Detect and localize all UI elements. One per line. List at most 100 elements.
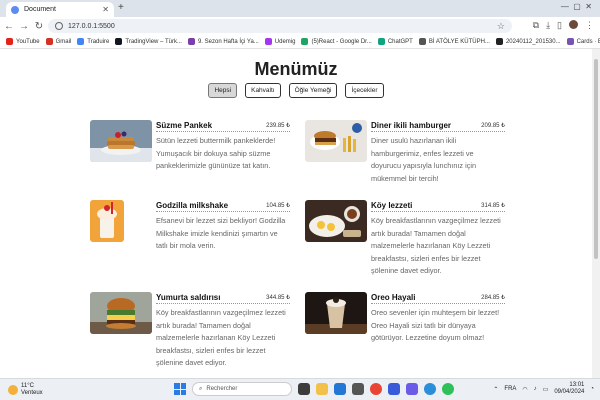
pancake-image <box>90 120 152 162</box>
bookmark-item[interactable]: (5)React - Google Dr... <box>301 38 372 45</box>
reload-icon[interactable]: ↻ <box>33 21 45 32</box>
page-title: Menümüz <box>254 59 338 79</box>
new-tab-button[interactable]: + <box>118 2 124 13</box>
item-name: Diner ikili hamburger <box>371 121 452 130</box>
app-icon[interactable] <box>388 383 400 395</box>
browser-tab[interactable]: Document ✕ <box>6 2 114 17</box>
divider <box>371 131 505 132</box>
bookmark-label: Cards · Bootstrap v5.1 <box>576 38 600 45</box>
menu-item-card: Süzme Pankek 239.85 ₺ Sütün lezzeti butt… <box>90 120 290 200</box>
bookmark-item[interactable]: 9. Sezon Hafta İçi Ya... <box>187 38 259 45</box>
weather-widget[interactable]: 11°C Venteux <box>8 383 43 397</box>
language-indicator[interactable]: FRA <box>504 386 516 392</box>
bookmark-item[interactable]: Bİ ATÖLYE KÜTÜPH... <box>418 38 490 45</box>
battery-icon[interactable]: ▭ <box>543 386 549 393</box>
item-description: Diner usulü hazırlanan ikili hamburgerim… <box>371 136 477 183</box>
back-icon[interactable]: ← <box>3 21 15 32</box>
bookmark-label: Gmail <box>55 38 72 45</box>
weather-temp: 11°C <box>21 383 34 389</box>
bookmark-favicon-icon <box>45 38 53 45</box>
search-placeholder: Rechercher <box>206 386 238 392</box>
telegram-icon[interactable] <box>424 383 436 395</box>
menu-item-card: Diner ikili hamburger 209.85 ₺ Diner usu… <box>305 120 505 200</box>
item-price: 284.85 ₺ <box>481 295 505 301</box>
bookmark-item[interactable]: YouTube <box>6 38 40 45</box>
bookmark-item[interactable]: Cards · Bootstrap v5.1 <box>566 38 600 45</box>
notification-icon[interactable]: ◔ <box>590 386 594 392</box>
bookmark-label: Bİ ATÖLYE KÜTÜPH... <box>428 38 490 45</box>
bookmark-favicon-icon <box>264 38 272 45</box>
filter-breakfast-button[interactable]: Kahvaltı <box>245 83 281 98</box>
app-icon[interactable] <box>352 383 364 395</box>
menu-item-card: Yumurta saldırısı 344.85 ₺ Köy breakfast… <box>90 292 290 372</box>
extensions-icon[interactable]: ⧉ <box>533 20 539 31</box>
wifi-icon[interactable]: ◠ <box>522 386 527 393</box>
menu-icon[interactable]: ⋮ <box>585 20 594 31</box>
search-icon: ⌕ <box>199 385 203 392</box>
bookmark-item[interactable]: Gmail <box>45 38 72 45</box>
start-button[interactable] <box>174 383 186 395</box>
profile-avatar[interactable] <box>569 20 578 29</box>
divider <box>156 211 290 212</box>
bookmark-favicon-icon <box>187 38 195 45</box>
bookmark-favicon-icon <box>301 38 309 45</box>
item-price: 314.85 ₺ <box>481 203 505 209</box>
bookmark-item[interactable]: TradingView – Türk... <box>115 38 182 45</box>
bookmark-label: Traduire <box>87 38 110 45</box>
downloads-icon[interactable]: ⤓ <box>546 20 550 31</box>
tray-chevron-icon[interactable]: ⌃ <box>493 386 498 393</box>
site-info-icon[interactable] <box>55 22 63 30</box>
bookmark-favicon-icon <box>77 38 85 45</box>
whatsapp-icon[interactable] <box>442 383 454 395</box>
bookmark-favicon-icon <box>115 38 123 45</box>
page-content: Menümüz Hepsi Kahvaltı Öğle Yemeği İçece… <box>0 49 592 378</box>
bookmark-item[interactable]: Udemig <box>264 38 296 45</box>
forward-icon[interactable]: → <box>18 21 30 32</box>
menu-item-card: Oreo Hayali 284.85 ₺ Oreo sevenler için … <box>305 292 505 372</box>
bookmark-label: ChatGPT <box>387 38 413 45</box>
filter-buttons: Hepsi Kahvaltı Öğle Yemeği İçecekler <box>0 83 592 98</box>
taskview-icon[interactable] <box>298 383 310 395</box>
volume-icon[interactable]: ♪ <box>534 386 537 392</box>
item-description: Sütün lezzeti buttermilk pankeklerde! Yu… <box>156 136 276 170</box>
filter-all-button[interactable]: Hepsi <box>208 83 238 98</box>
weather-condition: Venteux <box>21 390 43 396</box>
burger-image <box>305 120 367 162</box>
scrollbar-thumb[interactable] <box>594 59 598 259</box>
clock[interactable]: 13:01 09/04/2024 <box>554 382 584 396</box>
sidepanel-icon[interactable]: ▯ <box>557 20 562 31</box>
bookmark-favicon-icon <box>377 38 385 45</box>
address-bar[interactable]: 127.0.0.1:5500 ☆ <box>48 19 512 33</box>
bookmark-label: YouTube <box>16 38 40 45</box>
divider <box>156 131 290 132</box>
bookmark-item[interactable]: ChatGPT <box>377 38 413 45</box>
item-name: Yumurta saldırısı <box>156 293 221 302</box>
bookmark-label: 9. Sezon Hafta İçi Ya... <box>197 38 259 45</box>
bookmark-label: Udemig <box>274 38 296 45</box>
close-tab-icon[interactable]: ✕ <box>102 5 109 14</box>
app-icon[interactable] <box>406 383 418 395</box>
taskbar-search[interactable]: ⌕ Rechercher <box>192 382 292 396</box>
item-name: Oreo Hayali <box>371 293 416 302</box>
filter-drinks-button[interactable]: İçecekler <box>345 83 384 98</box>
page-scrollbar[interactable] <box>592 49 600 378</box>
browser-toolbar: ← → ↻ 127.0.0.1:5500 ☆ ⧉ ⤓ ▯ ⋮ <box>0 17 600 35</box>
bookmarks-bar: YouTube Gmail Traduire TradingView – Türk..… <box>0 35 600 49</box>
divider <box>371 303 505 304</box>
village-breakfast-image <box>305 200 367 242</box>
bookmark-item[interactable]: Traduire <box>77 38 109 45</box>
vscode-icon[interactable] <box>334 383 346 395</box>
window-controls[interactable]: — ▢ ✕ <box>561 2 592 11</box>
star-icon[interactable]: ☆ <box>497 21 505 32</box>
item-name: Süzme Pankek <box>156 121 213 130</box>
bookmark-item[interactable]: 20240112_201530... <box>495 38 561 45</box>
bookmark-label: 20240112_201530... <box>505 38 561 45</box>
oreo-shake-image <box>305 292 367 334</box>
tab-bar: Document ✕ + — ▢ ✕ <box>0 0 600 17</box>
chrome-icon[interactable] <box>370 383 382 395</box>
file-explorer-icon[interactable] <box>316 383 328 395</box>
egg-burger-image <box>90 292 152 334</box>
bookmark-favicon-icon <box>6 38 13 45</box>
item-name: Godzilla milkshake <box>156 201 229 210</box>
filter-lunch-button[interactable]: Öğle Yemeği <box>288 83 338 98</box>
